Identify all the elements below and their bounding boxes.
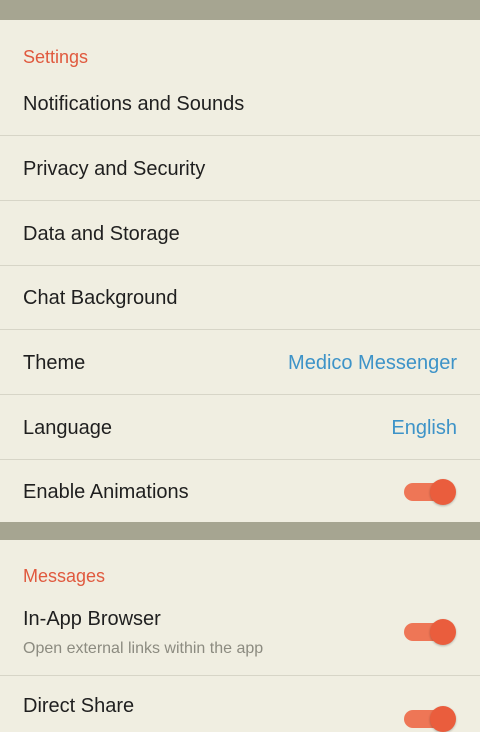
- toggle-knob: [430, 706, 456, 732]
- settings-item-notifications-and-sounds[interactable]: Notifications and Sounds: [0, 72, 480, 136]
- toggle-knob: [430, 619, 456, 645]
- settings-item-label: Language: [23, 417, 112, 439]
- settings-item-label: Notifications and Sounds: [23, 93, 245, 115]
- section-divider: [0, 522, 480, 540]
- settings-item-label: Data and Storage: [23, 223, 180, 245]
- messages-item-in-app-browser[interactable]: In-App Browser Open external links withi…: [0, 596, 480, 676]
- messages-item-label: Direct Share: [23, 695, 135, 717]
- language-value: English: [391, 417, 457, 439]
- messages-item-subtitle: Open external links within the app: [23, 640, 264, 657]
- enable-animations-toggle[interactable]: [404, 479, 456, 505]
- settings-item-chat-background[interactable]: Chat Background: [0, 266, 480, 330]
- section-header-settings: Settings: [23, 47, 89, 67]
- settings-item-data-and-storage[interactable]: Data and Storage: [0, 201, 480, 266]
- settings-item-label: Privacy and Security: [23, 158, 206, 180]
- settings-item-language[interactable]: Language English: [0, 395, 480, 460]
- in-app-browser-toggle[interactable]: [404, 619, 456, 645]
- settings-item-theme[interactable]: Theme Medico Messenger: [0, 330, 480, 395]
- theme-value: Medico Messenger: [288, 352, 457, 374]
- top-divider: [0, 0, 480, 20]
- settings-item-privacy-and-security[interactable]: Privacy and Security: [0, 136, 480, 201]
- settings-item-label: Chat Background: [23, 287, 178, 309]
- toggle-knob: [430, 479, 456, 505]
- messages-item-direct-share[interactable]: Direct Share: [0, 676, 480, 732]
- settings-item-label: Enable Animations: [23, 481, 189, 503]
- messages-item-label: In-App Browser: [23, 608, 161, 630]
- section-header-messages: Messages: [23, 566, 106, 586]
- settings-item-label: Theme: [23, 352, 86, 374]
- direct-share-toggle[interactable]: [404, 706, 456, 732]
- settings-item-enable-animations[interactable]: Enable Animations: [0, 460, 480, 522]
